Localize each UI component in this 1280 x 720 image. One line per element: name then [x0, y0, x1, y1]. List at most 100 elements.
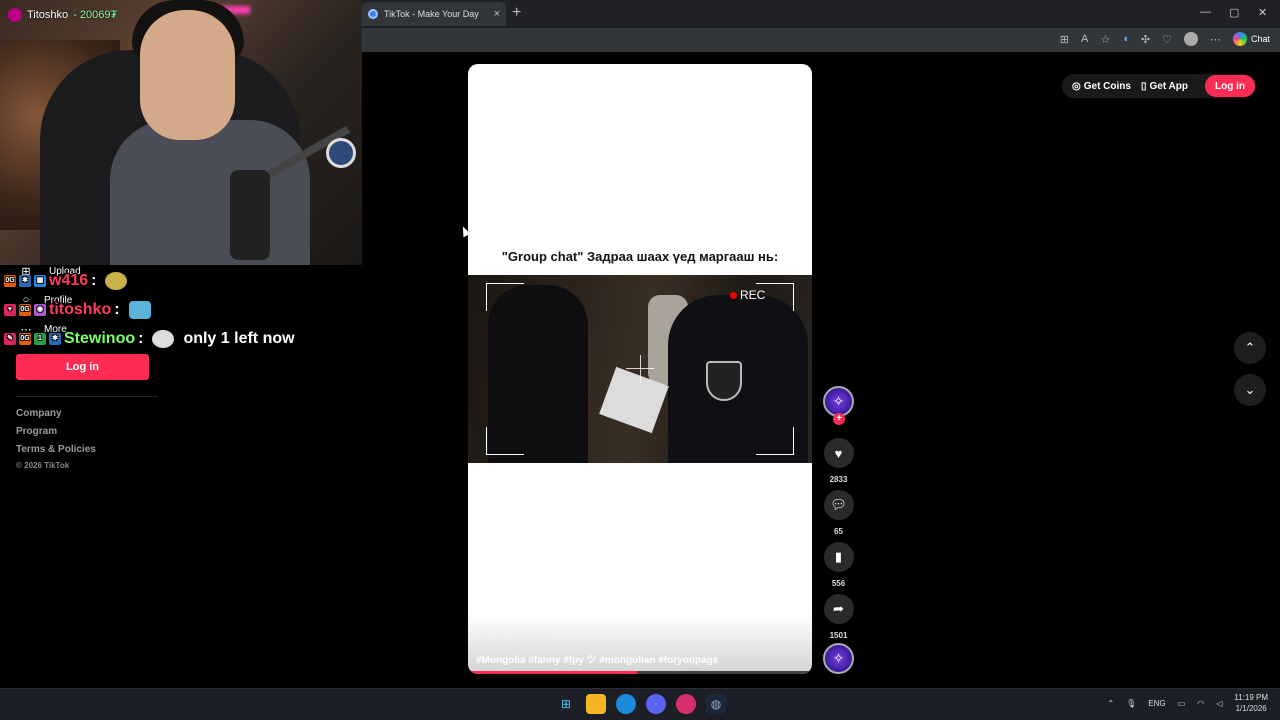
share-icon[interactable]: ➦ [823, 594, 854, 624]
close-window-button[interactable]: ✕ [1258, 6, 1267, 19]
share-action[interactable]: ➦ 1501 [823, 594, 854, 640]
minimize-button[interactable]: — [1200, 6, 1211, 18]
discord-icon[interactable] [646, 694, 666, 714]
pin-badge-icon: ✎ [4, 333, 16, 345]
badge-icon: 0G [4, 275, 16, 287]
copyright: © 2026 TikTok [16, 461, 70, 470]
get-app-button[interactable]: ▯ Get App [1141, 81, 1188, 92]
flag-badge-icon: ▦ [34, 275, 46, 287]
footer-link-company[interactable]: Company [16, 408, 62, 419]
comment-icon[interactable]: 💬︎ [823, 490, 854, 520]
top-login-button[interactable]: Log in [1205, 75, 1255, 97]
edge-browser-icon[interactable] [616, 694, 636, 714]
frame-corner [756, 427, 794, 455]
sound-icon[interactable]: ◖ [1122, 33, 1129, 45]
video-progress-bar[interactable] [468, 671, 812, 674]
footer-link-terms[interactable]: Terms & Policies [16, 444, 96, 455]
maximize-button[interactable]: ▢ [1229, 6, 1239, 19]
tray-chevron-icon[interactable]: ⌃ [1107, 699, 1114, 708]
split-screen-icon[interactable]: ⊞ [1060, 33, 1069, 46]
heart-icon[interactable]: ♥ [823, 438, 854, 468]
clock-time: 11:19 PM [1234, 693, 1268, 702]
browser-tab[interactable]: TikTok - Make Your Day × [362, 2, 506, 26]
snowflake-badge-icon: ✱ [49, 333, 61, 345]
phone-icon: ▯ [1140, 80, 1147, 92]
read-aloud-icon[interactable]: A [1081, 33, 1088, 45]
follow-plus-button[interactable]: + [833, 413, 845, 425]
file-explorer-icon[interactable] [586, 694, 606, 714]
microphone-icon[interactable]: 🎙︎ [1126, 699, 1136, 708]
system-tray: ⌃ 🎙︎ ENG ▭ ◠ ◁ 11:19 PM 1/1/2026 [1107, 692, 1268, 714]
menu-dots-icon[interactable]: ⋯ [1210, 33, 1221, 46]
language-indicator[interactable]: ENG [1148, 699, 1165, 708]
coin-icon: ◎ [1072, 80, 1081, 92]
emote-icon [152, 330, 175, 348]
copilot-icon [1232, 32, 1247, 46]
tab-close-icon[interactable]: × [494, 8, 500, 20]
streamer-avatar [8, 8, 22, 22]
app-icon[interactable] [676, 694, 696, 714]
video-player[interactable]: "Group chat" Задраа шаах үед маргааш нь:… [468, 64, 812, 674]
taskbar-apps: ⊞ ◍ [556, 694, 726, 714]
new-tab-button[interactable]: + [512, 5, 521, 21]
get-app-label: Get App [1149, 80, 1188, 92]
chat-label: Chat [1250, 34, 1270, 44]
uniform-patch [706, 361, 742, 401]
subscriber-badge-icon: 1 [34, 333, 46, 345]
video-hashtags[interactable]: #Mongolia #fanny #fpy ツ #mongolian #fory… [476, 651, 718, 666]
display-icon[interactable]: ▭ [1178, 699, 1186, 708]
stream-counter: - 20069₮ [73, 9, 118, 21]
mask-badge-icon: ◉ [34, 304, 46, 316]
sidebar-divider [16, 396, 158, 397]
badge-icon: 0G [19, 304, 31, 316]
get-coins-label: Get Coins [1083, 80, 1131, 92]
tiktok-favicon-icon [368, 9, 378, 19]
previous-video-button[interactable]: ⌃ [1234, 332, 1266, 364]
chevron-down-icon: ⌄ [1244, 382, 1256, 397]
sidebar-login-button[interactable]: Log in [16, 354, 149, 380]
wifi-icon[interactable]: ◠ [1197, 699, 1204, 708]
steam-icon[interactable]: ◍ [706, 694, 726, 714]
comment-action[interactable]: 💬︎ 65 [823, 490, 854, 536]
like-action[interactable]: ♥ 2833 [823, 438, 854, 484]
bookmark-icon[interactable]: ▮ [823, 542, 854, 572]
taskbar-clock[interactable]: 11:19 PM 1/1/2026 [1234, 692, 1268, 714]
copilot-chat-button[interactable]: Chat [1232, 32, 1270, 46]
music-disc[interactable]: ✧ [823, 643, 854, 674]
crosshair [640, 355, 641, 383]
streamer-label: Titoshko - 20069₮ [8, 8, 117, 22]
streamer-face [140, 10, 235, 140]
footer-link-program[interactable]: Program [16, 426, 57, 437]
tiktok-top-actions: ◎ Get Coins ▯ Get App Log in [1062, 74, 1256, 98]
profile-avatar[interactable] [1183, 32, 1198, 46]
badge-icon: 0G [19, 333, 31, 345]
chat-username: w416 [49, 272, 89, 289]
clock-date: 1/1/2026 [1235, 704, 1267, 713]
webcam-overlay [0, 0, 362, 265]
favorite-star-icon[interactable]: ☆ [1100, 33, 1110, 46]
extensions-icon[interactable]: ✣ [1141, 33, 1150, 46]
snowflake-badge-icon: ✱ [19, 275, 31, 287]
streamer-body [110, 120, 310, 265]
desk-decoration [326, 138, 356, 168]
chat-message: ✎ 0G 1 ✱ Stewinoo : only 1 left now [4, 330, 295, 348]
save-action[interactable]: ▮ 556 [823, 542, 854, 588]
chat-username: titoshko [49, 301, 112, 318]
tab-title: TikTok - Make Your Day [384, 9, 479, 19]
video-caption: "Group chat" Задраа шаах үед маргааш нь: [501, 249, 779, 264]
share-count: 1501 [829, 631, 848, 640]
chat-message-text: only 1 left now [183, 330, 295, 347]
browser-toolbar: ⊞ A ☆ ◖ ✣ ♡ ⋯ Chat [1060, 32, 1270, 46]
video-author[interactable]: midnightnew05 [476, 628, 556, 640]
get-coins-button[interactable]: ◎ Get Coins [1072, 81, 1131, 92]
windows-start-icon[interactable]: ⊞ [556, 694, 576, 714]
emote-icon [128, 301, 151, 319]
music-avatar-icon: ✧ [832, 650, 845, 666]
volume-icon[interactable]: ◁ [1216, 699, 1222, 708]
emote-icon [105, 272, 128, 290]
browser-essentials-icon[interactable]: ♡ [1162, 33, 1172, 46]
next-video-button[interactable]: ⌄ [1234, 374, 1266, 406]
rec-dot-icon [730, 291, 737, 299]
comment-count: 65 [834, 527, 843, 536]
avatar-figure-icon: ✧ [832, 393, 845, 409]
